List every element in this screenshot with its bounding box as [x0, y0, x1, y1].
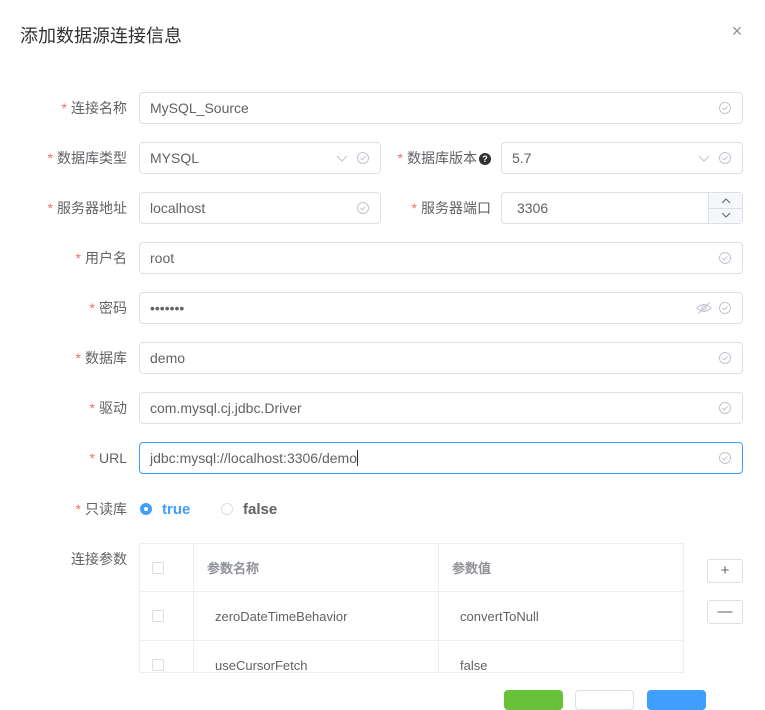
check-circle-icon — [719, 402, 731, 414]
check-circle-icon — [719, 302, 731, 314]
dialog-title: 添加数据源连接信息 — [20, 26, 182, 46]
params-label: 连接参数 — [71, 551, 127, 567]
url-label: * URL — [89, 450, 127, 466]
close-icon[interactable]: × — [728, 22, 746, 40]
check-circle-icon — [357, 202, 369, 214]
column-header: 参数名称 — [207, 561, 260, 576]
check-circle-icon — [719, 152, 731, 164]
param-name-cell[interactable]: zeroDateTimeBehavior — [215, 592, 347, 640]
datasource-dialog: 添加数据源连接信息 × * 连接名称 MySQL_Source * 数据库类型 MY… — [0, 0, 765, 710]
row-checkbox[interactable] — [152, 659, 164, 671]
table-row: useCursorFetch false — [140, 641, 683, 673]
database-label: * 数据库 — [75, 350, 127, 366]
cancel-button[interactable] — [575, 690, 634, 710]
password-label: * 密码 — [89, 300, 127, 316]
check-circle-icon — [719, 452, 731, 464]
param-value-cell[interactable]: false — [460, 641, 487, 673]
check-circle-icon — [719, 352, 731, 364]
chevron-up-icon — [721, 198, 730, 204]
port-label: * 服务器端口 — [411, 200, 491, 216]
db-type-select[interactable]: MYSQL — [139, 142, 381, 174]
table-header-row: 参数名称 参数值 — [140, 544, 683, 592]
table-row: zeroDateTimeBehavior convertToNull — [140, 592, 683, 641]
db-version-label: * 数据库版本? — [392, 142, 491, 174]
host-label: * 服务器地址 — [47, 200, 127, 216]
param-value-cell[interactable]: convertToNull — [460, 592, 539, 640]
chevron-down-icon — [698, 155, 710, 162]
column-header: 参数值 — [452, 561, 492, 576]
eye-off-icon[interactable] — [696, 301, 712, 315]
text-cursor — [357, 450, 358, 466]
database-input[interactable]: demo — [139, 342, 743, 374]
readonly-radio-false[interactable]: false — [221, 500, 277, 518]
test-connection-button[interactable] — [504, 690, 563, 710]
radio-unselected-icon — [221, 503, 233, 515]
param-name-cell[interactable]: useCursorFetch — [215, 641, 307, 673]
check-circle-icon — [719, 102, 731, 114]
help-icon[interactable]: ? — [479, 153, 491, 166]
remove-param-button[interactable]: — — [707, 600, 743, 624]
params-table: 参数名称 参数值 zeroDateTimeBehavior convertToN… — [139, 543, 684, 673]
username-label: * 用户名 — [75, 250, 127, 266]
readonly-label: * 只读库 — [75, 501, 127, 517]
driver-label: * 驱动 — [89, 400, 127, 416]
select-all-checkbox[interactable] — [152, 561, 164, 574]
chevron-down-icon — [721, 212, 730, 218]
conn-name-input[interactable]: MySQL_Source — [139, 92, 743, 124]
add-param-button[interactable]: + — [707, 559, 743, 583]
driver-input[interactable]: com.mysql.cj.jdbc.Driver — [139, 392, 743, 424]
url-input[interactable]: jdbc:mysql://localhost:3306/demo — [139, 442, 743, 474]
host-input[interactable]: localhost — [139, 192, 381, 224]
db-version-select[interactable]: 5.7 — [501, 142, 743, 174]
row-checkbox[interactable] — [152, 610, 164, 622]
check-circle-icon — [357, 152, 369, 164]
db-type-label: * 数据库类型 — [47, 150, 127, 166]
check-circle-icon — [719, 252, 731, 264]
password-input[interactable]: ••••••• — [139, 292, 743, 324]
port-stepper — [708, 193, 742, 223]
port-number-input[interactable]: 3306 — [501, 192, 743, 224]
chevron-down-icon — [336, 155, 348, 162]
username-input[interactable]: root — [139, 242, 743, 274]
radio-selected-icon — [140, 503, 152, 515]
readonly-radio-true[interactable]: true — [140, 500, 190, 518]
decrease-button[interactable] — [709, 208, 742, 223]
increase-button[interactable] — [709, 193, 742, 209]
conn-name-label: * 连接名称 — [61, 100, 127, 116]
confirm-button[interactable] — [647, 690, 706, 710]
